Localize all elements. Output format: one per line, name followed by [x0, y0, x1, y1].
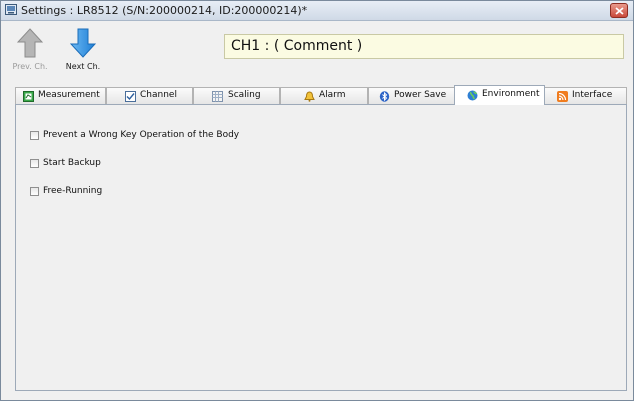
tab-measurement[interactable]: Measurement: [15, 87, 106, 104]
prev-channel-button[interactable]: Prev. Ch.: [8, 25, 52, 71]
scaling-icon: [212, 91, 223, 102]
tab-interface[interactable]: Interface: [544, 87, 627, 104]
free-running-label: Free-Running: [43, 186, 103, 196]
tab-channel-label: Channel: [140, 90, 177, 100]
toolbar: Prev. Ch. Next Ch. CH1 : ( Comment ): [1, 21, 633, 75]
tab-scaling-label: Scaling: [228, 90, 261, 100]
next-channel-label: Next Ch.: [65, 62, 101, 71]
tab-measurement-label: Measurement: [38, 90, 100, 100]
window-title: Settings : LR8512 (S/N:200000214, ID:200…: [21, 4, 308, 17]
title-bar[interactable]: Settings : LR8512 (S/N:200000214, ID:200…: [1, 1, 633, 21]
tab-environment-label: Environment: [482, 89, 540, 99]
tab-interface-label: Interface: [572, 90, 613, 100]
rss-icon: [557, 91, 568, 102]
globe-icon: [467, 90, 478, 101]
next-channel-button[interactable]: Next Ch.: [61, 25, 105, 71]
tab-alarm[interactable]: Alarm: [280, 87, 368, 104]
tab-power-save-label: Power Save: [394, 90, 447, 100]
window-app-icon: [5, 4, 17, 15]
bluetooth-icon: [379, 91, 390, 102]
channel-check-icon: [125, 91, 136, 102]
arrow-down-icon: [69, 28, 97, 61]
close-button[interactable]: [610, 3, 628, 18]
settings-tabs: Measurement Channel Scaling Alarm Power …: [15, 85, 627, 105]
prevent-wrong-key-checkbox[interactable]: [30, 131, 39, 140]
start-backup-checkbox[interactable]: [30, 159, 39, 168]
close-icon: [615, 7, 624, 15]
environment-panel: Prevent a Wrong Key Operation of the Bod…: [15, 104, 627, 391]
settings-window: Settings : LR8512 (S/N:200000214, ID:200…: [0, 0, 634, 401]
tab-alarm-label: Alarm: [319, 90, 346, 100]
prevent-wrong-key-label: Prevent a Wrong Key Operation of the Bod…: [43, 130, 240, 140]
arrow-up-icon: [16, 28, 44, 61]
measurement-icon: [23, 91, 34, 102]
channel-comment-display: CH1 : ( Comment ): [224, 34, 624, 59]
start-backup-label: Start Backup: [43, 158, 101, 168]
bell-icon: [304, 91, 315, 102]
tab-scaling[interactable]: Scaling: [193, 87, 280, 104]
tab-power-save[interactable]: Power Save: [368, 87, 455, 104]
free-running-checkbox[interactable]: [30, 187, 39, 196]
prev-channel-label: Prev. Ch.: [12, 62, 48, 71]
tab-channel[interactable]: Channel: [106, 87, 193, 104]
tab-environment[interactable]: Environment: [454, 85, 545, 105]
